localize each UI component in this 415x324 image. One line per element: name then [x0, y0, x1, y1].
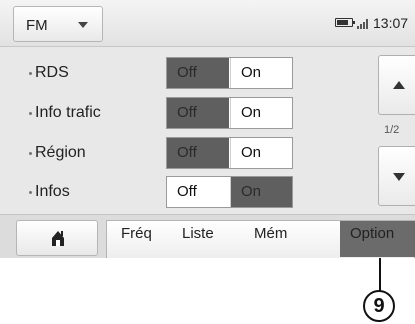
band-selector[interactable]: FM [13, 6, 103, 42]
setting-row-info-trafic: Info trafic Off On [0, 95, 300, 133]
band-value: FM [26, 17, 48, 34]
top-bar: FM 13:07 [0, 0, 415, 47]
region-toggle[interactable]: Off On [166, 137, 293, 169]
infos-toggle[interactable]: Off On [166, 176, 293, 208]
setting-label: RDS [35, 64, 69, 81]
setting-row-rds: RDS Off On [0, 55, 300, 93]
setting-row-region: Région Off On [0, 135, 300, 173]
setting-label: Région [35, 144, 86, 161]
chevron-down-icon [78, 22, 88, 28]
info-trafic-toggle[interactable]: Off On [166, 97, 293, 129]
home-button[interactable] [16, 220, 98, 256]
bullet-icon [29, 152, 32, 155]
bullet-icon [29, 112, 32, 115]
info-trafic-off-option[interactable]: Off [167, 98, 229, 128]
setting-label: Info trafic [35, 104, 101, 121]
setting-label: Infos [35, 183, 70, 200]
region-on-option[interactable]: On [230, 138, 292, 168]
bottom-bar: Fréq Liste Mém Option [0, 214, 415, 258]
battery-icon [335, 18, 355, 27]
page-indicator: 1/2 [384, 124, 400, 136]
arrow-down-icon [393, 173, 405, 181]
tab-mem[interactable]: Mém [254, 221, 287, 257]
rds-on-option[interactable]: On [230, 58, 292, 88]
setting-row-infos: Infos Off On [0, 174, 300, 212]
tab-bar: Fréq Liste Mém Option [106, 220, 415, 258]
bullet-icon [29, 72, 32, 75]
info-trafic-on-option[interactable]: On [230, 98, 292, 128]
scroll-up-button[interactable] [378, 55, 415, 115]
radio-screen: FM 13:07 RDS Off On Info trafic Off On R… [0, 0, 415, 258]
rds-off-option[interactable]: Off [167, 58, 229, 88]
arrow-up-icon [393, 81, 405, 89]
bullet-icon [29, 191, 32, 194]
signal-icon [357, 17, 371, 29]
region-off-option[interactable]: Off [167, 138, 229, 168]
infos-off-option[interactable]: Off [167, 177, 229, 207]
home-icon [52, 231, 64, 246]
tab-liste[interactable]: Liste [182, 221, 214, 257]
clock: 13:07 [373, 15, 409, 31]
rds-toggle[interactable]: Off On [166, 57, 293, 89]
infos-on-option[interactable]: On [230, 177, 292, 207]
tab-freq[interactable]: Fréq [121, 221, 152, 257]
tab-option[interactable]: Option [340, 221, 415, 257]
callout-line [379, 258, 381, 292]
callout-number: 9 [363, 290, 395, 322]
scroll-down-button[interactable] [378, 146, 415, 206]
